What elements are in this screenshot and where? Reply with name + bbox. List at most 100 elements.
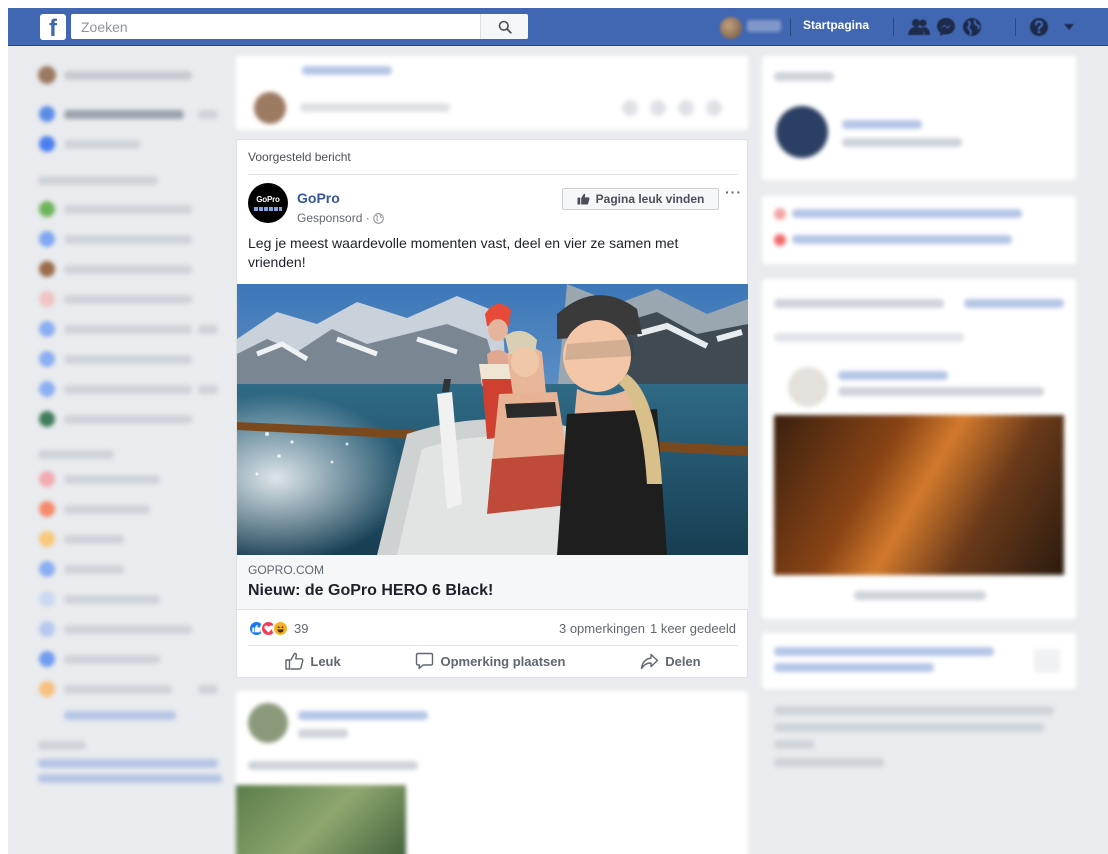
facebook-window: f Startpagina [8,8,1108,854]
panel-link[interactable] [964,299,1064,308]
post-text: Leg je meest waardevolle momenten vast, … [248,235,679,270]
share-arrow-icon [641,653,659,669]
home-link[interactable]: Startpagina [803,18,869,32]
divider [248,645,738,646]
post-image[interactable] [237,284,748,555]
birthdays-panel [762,56,1076,180]
profile-name[interactable] [747,20,781,32]
sidebar-item[interactable] [64,685,172,694]
next-post-image[interactable] [236,785,406,854]
composer-option-icon[interactable] [622,100,638,116]
sidebar-heading [38,176,158,185]
event-icon [774,234,786,246]
language-links[interactable] [774,647,994,656]
composer-option-icon[interactable] [650,100,666,116]
topbar-divider [1015,18,1016,36]
sidebar-item[interactable] [64,475,160,484]
next-post-author[interactable] [298,711,428,720]
sidebar-avatar [38,66,56,84]
more-options-icon[interactable]: ··· [725,184,742,200]
profile-avatar[interactable] [720,17,742,39]
sidebar-item[interactable] [64,535,124,544]
search-button[interactable] [480,14,528,39]
footer-links[interactable] [774,740,814,749]
sidebar-item-icon [39,561,55,577]
messenger-icon[interactable] [935,16,957,38]
post-image-illustration [237,284,748,555]
sidebar-item[interactable] [64,325,192,334]
like-page-button[interactable]: Pagina leuk vinden [562,188,719,210]
sidebar-item-icon [39,136,55,152]
sidebar-see-more[interactable] [64,711,176,720]
sidebar-item[interactable] [64,595,160,604]
panel-avatar [788,367,828,407]
composer-tab[interactable] [302,66,392,75]
sidebar-item[interactable] [64,655,160,664]
sponsored-post-card: Voorgesteld bericht GoPro GoPro Gesponso… [236,139,748,678]
footer-copyright [774,758,884,767]
post-composer [236,56,748,130]
comment-button[interactable]: Opmerking plaatsen [415,652,565,670]
panel-action[interactable] [854,591,986,600]
reaction-summary[interactable]: 39 [248,620,308,637]
sidebar-item[interactable] [64,71,192,80]
comment-icon [416,652,434,670]
event-link[interactable] [792,235,1012,244]
friends-icon[interactable] [908,16,930,38]
next-post-avatar [248,703,288,743]
sponsored-image[interactable] [774,415,1064,575]
panel-link[interactable] [842,120,922,129]
language-links[interactable] [774,663,934,672]
help-icon[interactable] [1028,16,1050,38]
footer-links[interactable] [774,723,1044,732]
notifications-globe-icon[interactable] [961,16,983,38]
sidebar-item[interactable] [64,205,192,214]
sidebar-footer-links[interactable] [38,774,222,783]
search-icon [498,20,512,34]
gopro-logo: GoPro [256,195,280,204]
sidebar-footer-links[interactable] [38,759,218,768]
link-headline[interactable]: Nieuw: de GoPro HERO 6 Black! [248,582,493,600]
sidebar-item-icon [39,621,55,637]
sidebar-item[interactable] [64,505,150,514]
composer-input[interactable] [300,103,450,112]
panel-heading [774,72,834,81]
share-button[interactable]: Delen [640,653,701,670]
sidebar-item-count [198,385,218,394]
facebook-logo-icon[interactable]: f [40,14,66,40]
panel-link[interactable] [838,371,948,380]
page-name-link[interactable]: GoPro [297,190,340,206]
sidebar-item[interactable] [64,415,192,424]
sidebar-item[interactable] [64,295,192,304]
sidebar-item[interactable] [64,565,124,574]
composer-option-icon[interactable] [678,100,694,116]
panel-heading [774,299,944,308]
add-language-button[interactable] [1034,649,1060,673]
panel-subtext [842,138,962,147]
sidebar-item[interactable] [64,355,192,364]
sidebar-item[interactable] [64,235,192,244]
shares-count-link[interactable]: 1 keer gedeeld [650,621,736,636]
sponsored-label[interactable]: Gesponsord · [297,211,384,225]
next-post-text [248,761,418,770]
caret-down-icon[interactable] [1058,16,1080,38]
event-link[interactable] [792,209,1022,218]
sidebar-item[interactable] [64,265,192,274]
composer-option-icon[interactable] [706,100,722,116]
next-post [236,691,748,854]
sidebar-item[interactable] [64,385,192,394]
sidebar-item-icon [39,261,55,277]
search-input[interactable] [71,14,527,39]
panel-avatar [776,106,828,158]
sidebar-item[interactable] [64,110,184,119]
thumbs-up-outline-icon [285,652,304,670]
footer-links[interactable] [774,706,1054,715]
sidebar-item[interactable] [64,625,192,634]
comments-count-link[interactable]: 3 opmerkingen [559,621,645,636]
sidebar-item-icon [39,231,55,247]
link-preview[interactable]: GOPRO.COM Nieuw: de GoPro HERO 6 Black! [237,555,748,610]
like-button[interactable]: Leuk [285,652,341,670]
gopro-page-avatar[interactable]: GoPro [248,183,288,223]
sidebar-item[interactable] [64,140,140,149]
divider [248,174,738,175]
